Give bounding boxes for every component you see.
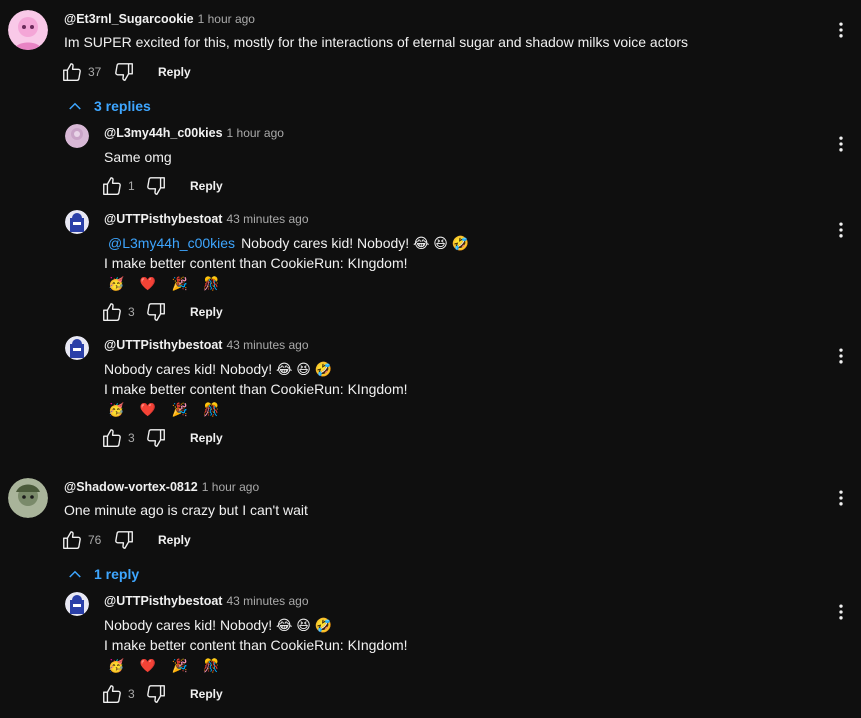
more-options-button[interactable] <box>831 600 851 624</box>
comment-author[interactable]: @L3my44h_c00kies <box>104 126 223 140</box>
comment-text: I make better content than CookieRun: KI… <box>104 637 408 653</box>
mention-link[interactable]: @L3my44h_c00kies <box>108 235 235 251</box>
reply-button[interactable]: Reply <box>158 533 191 547</box>
reply-comment: @L3my44h_c00kies 1 hour ago Same omg 1 Re… <box>0 116 861 200</box>
comment-time[interactable]: 43 minutes ago <box>226 594 308 608</box>
comment-text: I make better content than CookieRun: KI… <box>104 381 408 397</box>
comment-time[interactable]: 43 minutes ago <box>226 212 308 226</box>
like-count: 76 <box>88 533 102 547</box>
thumb-down-icon <box>145 301 167 323</box>
avatar[interactable] <box>65 124 89 148</box>
comment-author[interactable]: @UTTPisthybestoat <box>104 338 222 352</box>
emoji-row: 🥳 ❤️ 🎉 🎊 <box>108 402 226 417</box>
thumb-down-icon <box>145 683 167 705</box>
comment-text-line: @L3my44h_c00kies Nobody cares kid! Nobody… <box>108 235 469 252</box>
more-options-button[interactable] <box>831 486 851 510</box>
more-options-button[interactable] <box>831 344 851 368</box>
kebab-menu-icon <box>831 602 851 622</box>
thumb-down-icon <box>113 529 135 551</box>
like-button[interactable] <box>100 174 124 198</box>
comment-author[interactable]: @UTTPisthybestoat <box>104 212 222 226</box>
comment-text: Nobody cares kid! Nobody! 😂 😆 🤣 <box>241 235 470 251</box>
replies-count-label: 3 replies <box>94 98 151 114</box>
thumb-up-icon <box>61 529 83 551</box>
thumb-up-icon <box>101 683 123 705</box>
dislike-button[interactable] <box>144 174 168 198</box>
reply-button[interactable]: Reply <box>158 65 191 79</box>
thumb-up-icon <box>101 175 123 197</box>
top-comment: @Shadow-vortex-0812 1 hour ago One minute… <box>0 468 861 564</box>
dislike-button[interactable] <box>144 682 168 706</box>
comment-text: One minute ago is crazy but I can't wait <box>64 502 308 518</box>
comment-text: Im SUPER excited for this, mostly for th… <box>64 34 689 50</box>
dislike-button[interactable] <box>144 426 168 450</box>
more-options-button[interactable] <box>831 132 851 156</box>
like-button[interactable] <box>100 682 124 706</box>
comment-time[interactable]: 1 hour ago <box>198 12 255 26</box>
thumb-up-icon <box>61 61 83 83</box>
comment-author[interactable]: @UTTPisthybestoat <box>104 594 222 608</box>
emoji-row: 🥳 ❤️ 🎉 🎊 <box>108 658 226 673</box>
chevron-up-icon <box>66 565 84 583</box>
thumb-down-icon <box>145 175 167 197</box>
reply-comment: @UTTPisthybestoat 43 minutes ago Nobody c… <box>0 584 861 708</box>
dislike-button[interactable] <box>112 60 136 84</box>
avatar[interactable] <box>8 10 48 50</box>
more-options-button[interactable] <box>831 218 851 242</box>
replies-toggle-button[interactable]: 3 replies <box>66 96 151 116</box>
reply-button[interactable]: Reply <box>190 687 223 701</box>
comment-time[interactable]: 43 minutes ago <box>226 338 308 352</box>
kebab-menu-icon <box>831 346 851 366</box>
kebab-menu-icon <box>831 220 851 240</box>
kebab-menu-icon <box>831 134 851 154</box>
reply-comment: @UTTPisthybestoat 43 minutes ago Nobody c… <box>0 328 861 452</box>
like-button[interactable] <box>100 426 124 450</box>
replies-count-label: 1 reply <box>94 566 140 582</box>
avatar[interactable] <box>65 336 89 360</box>
avatar[interactable] <box>8 478 48 518</box>
replies-toggle-button[interactable]: 1 reply <box>66 564 139 584</box>
emoji-row: 🥳 ❤️ 🎉 🎊 <box>108 276 226 291</box>
reply-button[interactable]: Reply <box>190 305 223 319</box>
chevron-up-icon <box>66 97 84 115</box>
comment-text: I make better content than CookieRun: KI… <box>104 255 408 271</box>
reply-button[interactable]: Reply <box>190 431 223 445</box>
kebab-menu-icon <box>831 488 851 508</box>
thumb-down-icon <box>113 61 135 83</box>
comment-text: Nobody cares kid! Nobody! 😂 😆 🤣 <box>104 617 333 633</box>
thumb-down-icon <box>145 427 167 449</box>
more-options-button[interactable] <box>831 18 851 42</box>
avatar[interactable] <box>65 592 89 616</box>
comment-time[interactable]: 1 hour ago <box>202 480 259 494</box>
like-count: 37 <box>88 65 102 79</box>
comment-text: Same omg <box>104 149 172 165</box>
thumb-up-icon <box>101 301 123 323</box>
kebab-menu-icon <box>831 20 851 40</box>
top-comment: @Et3rnl_Sugarcookie 1 hour ago Im SUPER e… <box>0 0 861 100</box>
comment-author[interactable]: @Et3rnl_Sugarcookie <box>64 12 194 26</box>
dislike-button[interactable] <box>112 528 136 552</box>
reply-button[interactable]: Reply <box>190 179 223 193</box>
comment-text: Nobody cares kid! Nobody! 😂 😆 🤣 <box>104 361 333 377</box>
like-button[interactable] <box>60 60 84 84</box>
reply-comment: @UTTPisthybestoat 43 minutes ago @L3my44h… <box>0 202 861 326</box>
dislike-button[interactable] <box>144 300 168 324</box>
comment-author[interactable]: @Shadow-vortex-0812 <box>64 480 198 494</box>
like-button[interactable] <box>100 300 124 324</box>
like-button[interactable] <box>60 528 84 552</box>
thumb-up-icon <box>101 427 123 449</box>
comment-time[interactable]: 1 hour ago <box>227 126 284 140</box>
avatar[interactable] <box>65 210 89 234</box>
